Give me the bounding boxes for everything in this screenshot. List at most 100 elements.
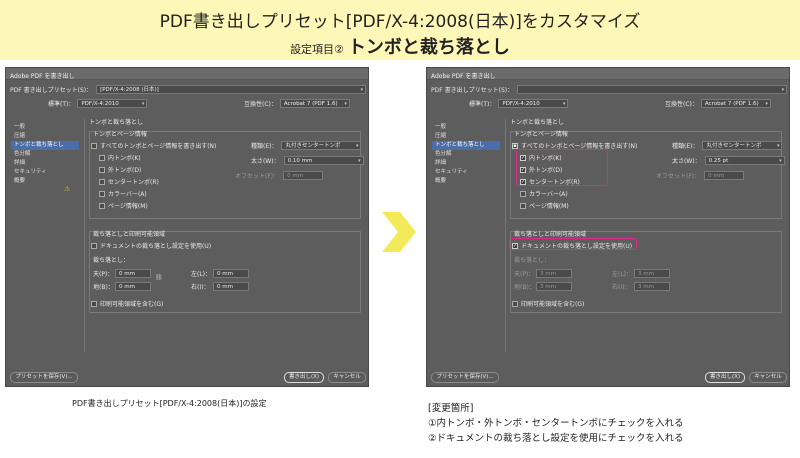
top-field[interactable]: 0 mm (115, 269, 151, 278)
type-select[interactable]: 丸付きセンタートンボ ▾ (281, 141, 362, 150)
center-marks-label: センタートンボ(R) (108, 179, 159, 186)
all-marks-checkbox[interactable]: ▪ (512, 142, 518, 149)
sidebar-item-output[interactable]: 色分解 (11, 150, 79, 159)
include-slug-label: 印刷可能領域を含む(G) (100, 301, 164, 308)
use-doc-bleed-checkbox[interactable] (91, 242, 97, 249)
bottom-label: 地(B)： (514, 284, 535, 291)
include-slug-checkbox[interactable] (512, 300, 518, 307)
save-preset-button[interactable]: プリセットを保存(V)... (431, 372, 499, 383)
color-bar-checkbox[interactable] (99, 190, 105, 197)
bottom-value: 3 mm (540, 284, 556, 290)
compat-select[interactable]: Acrobat 7 (PDF 1.6) ▾ (700, 99, 771, 108)
bottom-value: 0 mm (119, 284, 135, 290)
crop-marks-checkbox[interactable] (99, 154, 105, 161)
right-value: 0 mm (217, 284, 233, 290)
trim-marks-checkbox[interactable] (99, 166, 105, 173)
bottom-label: 地(B)： (93, 284, 114, 291)
sidebar-item-security[interactable]: セキュリティ (11, 168, 79, 177)
offset-field[interactable]: 0 mm (704, 171, 745, 180)
sidebar-item-security[interactable]: セキュリティ (432, 168, 500, 177)
weight-select[interactable]: 0.10 mm ▾ (283, 156, 364, 165)
page-info-label: ページ情報(M) (529, 203, 569, 210)
cancel-button[interactable]: キャンセル (328, 372, 366, 383)
chain-link-icon[interactable]: ⛓ (155, 274, 163, 281)
banner-subtitle: 設定項目② トンボと裁ち落とし (0, 33, 800, 59)
caption-left: PDF書き出しプリセット[PDF/X-4:2008(日本)]の設定 (72, 399, 267, 408)
bottom-field[interactable]: 0 mm (115, 282, 151, 291)
marks-panel: トンボと裁ち落とし トンボとページ情報 すべてのトンボとページ情報を書き出す(N… (84, 119, 364, 352)
save-preset-button[interactable]: プリセットを保存(V)... (10, 372, 78, 383)
chevron-down-icon: ▾ (562, 101, 566, 107)
top-label: 天(P)： (514, 271, 535, 278)
sidebar-item-output[interactable]: 色分解 (432, 150, 500, 159)
chevron-down-icon: ▾ (765, 101, 768, 107)
page-info-checkbox[interactable] (520, 202, 526, 209)
standard-label: 標準(T)： (48, 101, 75, 108)
sidebar-item-compression[interactable]: 圧縮 (11, 132, 79, 141)
weight-label: 太さ(W)： (672, 158, 701, 165)
banner-subtitle-prefix: 設定項目② (290, 43, 344, 56)
bleed-label: 裁ち落とし： (514, 257, 551, 264)
standard-select[interactable]: PDF/X-4:2010 ▾ (77, 99, 148, 108)
offset-field[interactable]: 0 mm (283, 171, 324, 180)
top-value: 0 mm (119, 271, 135, 277)
standard-value: PDF/X-4:2010 (81, 101, 119, 107)
preset-select[interactable]: [PDF/X-4:2008 (日本)] ▾ (96, 85, 367, 94)
bottom-field[interactable]: 3 mm (536, 282, 572, 291)
left-field[interactable]: 0 mm (213, 269, 249, 278)
banner-subtitle-main: トンボと裁ち落とし (347, 37, 510, 58)
page-info-checkbox[interactable] (99, 202, 105, 209)
weight-value: 0.25 pt (708, 158, 729, 164)
dialog-sidebar: 一般 圧縮 トンボと裁ち落とし 色分解 詳細 セキュリティ 概要 ⚠ (11, 123, 79, 193)
preset-label: PDF 書き出しプリセット(S)： (431, 87, 514, 94)
compat-label: 互換性(C)： (244, 101, 277, 108)
right-field[interactable]: 0 mm (213, 282, 249, 291)
offset-value: 0 mm (708, 173, 725, 179)
caption-right-step1: ①内トンボ・外トンボ・センタートンボにチェックを入れる (428, 418, 684, 429)
dialog-title: Adobe PDF を書き出し (6, 68, 368, 80)
chevron-down-icon: ▾ (355, 143, 359, 149)
color-bar-checkbox[interactable] (520, 190, 526, 197)
compat-select[interactable]: Acrobat 7 (PDF 1.6) ▾ (279, 99, 350, 108)
section-title: トンボと裁ち落とし (89, 119, 144, 126)
sidebar-item-advanced[interactable]: 詳細 (432, 159, 500, 168)
marks-group-label: トンボとページ情報 (93, 131, 147, 138)
sidebar-item-advanced[interactable]: 詳細 (11, 159, 79, 168)
sidebar-item-general[interactable]: 一般 (11, 123, 79, 132)
export-button[interactable]: 書き出し(X) (705, 372, 745, 383)
preset-select[interactable]: ▾ (517, 85, 788, 94)
all-marks-checkbox[interactable] (91, 142, 97, 149)
top-value: 3 mm (540, 271, 556, 277)
left-value: 0 mm (217, 271, 233, 277)
right-arrow-icon (382, 212, 416, 252)
standard-select[interactable]: PDF/X-4:2010 ▾ (498, 99, 569, 108)
highlight-marks (516, 149, 608, 186)
trim-marks-label: 外トンボ(D) (108, 167, 142, 174)
page-info-label: ページ情報(M) (108, 203, 148, 210)
chevron-down-icon: ▾ (776, 143, 780, 149)
banner-title: PDF書き出しプリセット[PDF/X-4:2008(日本)]をカスタマイズ (159, 12, 641, 32)
right-field[interactable]: 3 mm (634, 282, 670, 291)
sidebar-item-summary[interactable]: 概要 ⚠ (11, 177, 79, 193)
sidebar-item-marks[interactable]: トンボと裁ち落とし (11, 141, 79, 150)
right-value: 3 mm (638, 284, 654, 290)
chevron-down-icon: ▾ (779, 158, 782, 164)
preset-value: [PDF/X-4:2008 (日本)] (100, 87, 159, 93)
cancel-button[interactable]: キャンセル (749, 372, 787, 383)
sidebar-item-summary[interactable]: 概要 (432, 177, 500, 186)
center-marks-checkbox[interactable] (99, 178, 105, 185)
left-value: 3 mm (638, 271, 654, 277)
include-slug-checkbox[interactable] (91, 300, 97, 307)
sidebar-item-compression[interactable]: 圧縮 (432, 132, 500, 141)
color-bar-label: カラーバー(A) (529, 191, 568, 198)
weight-select[interactable]: 0.25 pt ▾ (704, 156, 785, 165)
compat-label: 互換性(C)： (665, 101, 698, 108)
left-field[interactable]: 3 mm (634, 269, 670, 278)
type-select[interactable]: 丸付きセンタートンボ ▾ (702, 141, 783, 150)
chevron-down-icon: ▾ (141, 101, 145, 107)
chevron-down-icon: ▾ (781, 87, 785, 93)
sidebar-item-general[interactable]: 一般 (432, 123, 500, 132)
sidebar-item-marks[interactable]: トンボと裁ち落とし (432, 141, 500, 150)
export-button[interactable]: 書き出し(X) (284, 372, 324, 383)
top-field[interactable]: 3 mm (536, 269, 572, 278)
